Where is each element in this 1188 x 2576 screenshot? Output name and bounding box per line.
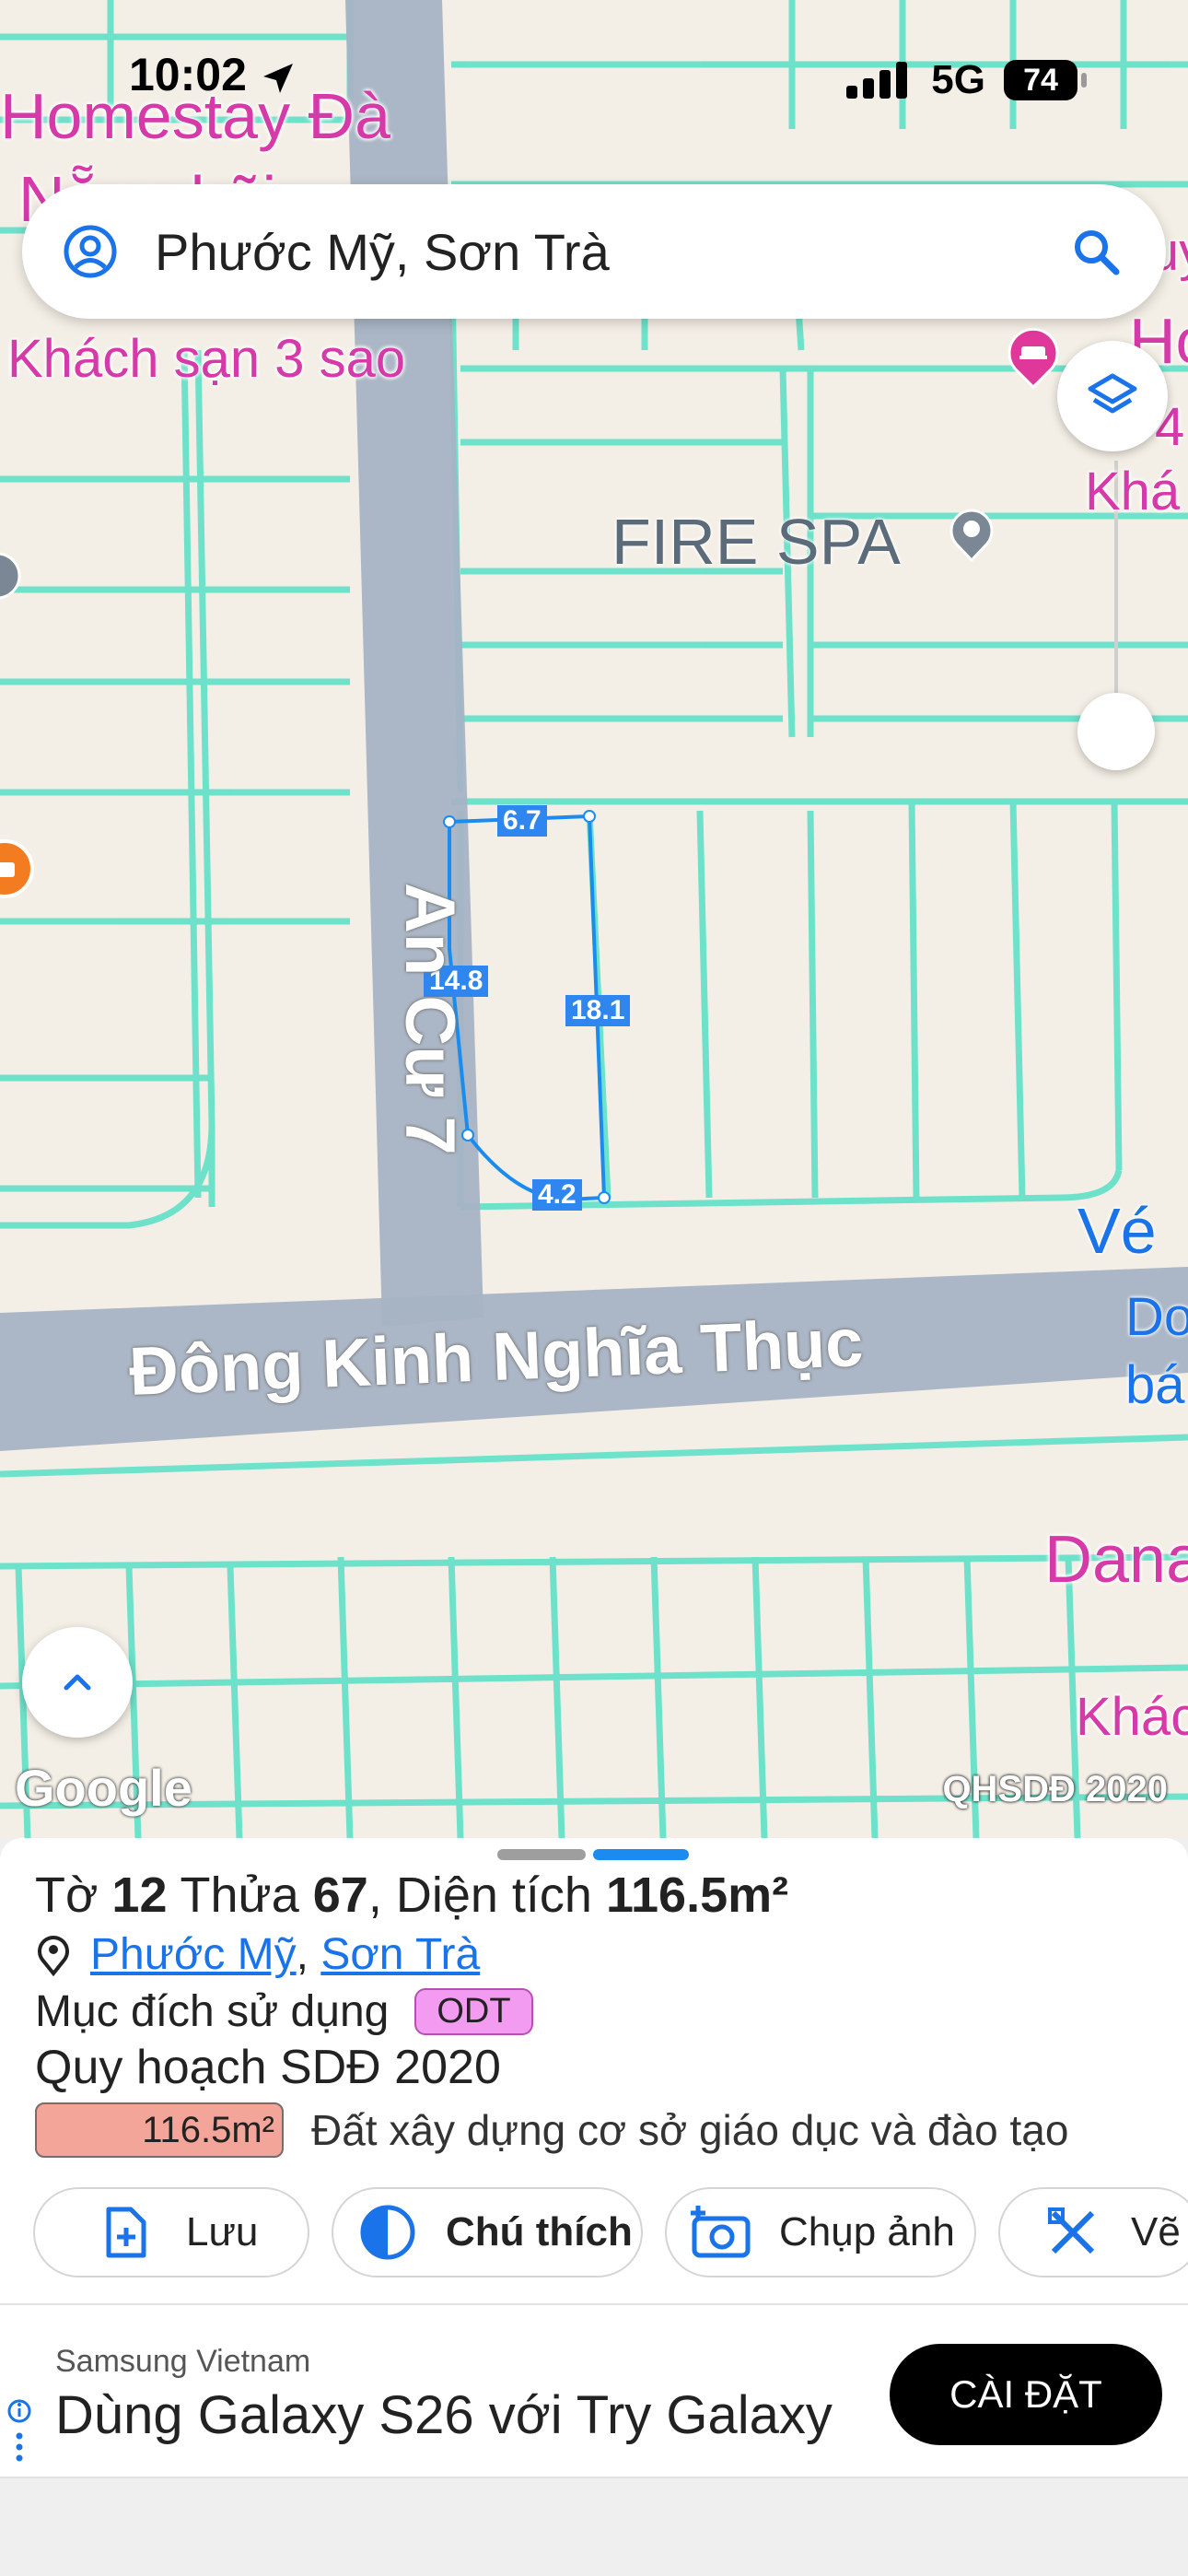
ad-info-icon[interactable]: [7, 2399, 31, 2473]
battery-icon: 74: [1004, 60, 1087, 100]
land-purpose-row: Mục đích sử dụng ODT: [35, 1986, 533, 2037]
search-icon[interactable]: [1070, 226, 1122, 277]
sheet-handle[interactable]: [497, 1849, 586, 1860]
poi-label[interactable]: Vé: [1077, 1194, 1157, 1268]
ad-advertiser: Samsung Vietnam: [55, 2344, 311, 2379]
signal-icon: [846, 62, 908, 99]
legend-button[interactable]: Chú thích: [332, 2187, 643, 2277]
district-link[interactable]: Sơn Trà: [320, 1929, 480, 1980]
expand-sheet-button[interactable]: [22, 1627, 133, 1738]
google-logo: Google: [15, 1759, 192, 1817]
layer-name: QHSDĐ 2020: [942, 1769, 1168, 1809]
photo-button[interactable]: Chụp ảnh: [665, 2187, 976, 2277]
parcel-edge-label: 4.2: [532, 1179, 582, 1211]
poi-label[interactable]: bá: [1125, 1354, 1185, 1416]
layers-icon: [1088, 373, 1137, 414]
place-marker-icon[interactable]: [949, 507, 995, 562]
opacity-slider-handle[interactable]: [1077, 693, 1155, 770]
network-type: 5G: [931, 57, 985, 102]
plan-row: 116.5m² Đất xây dựng cơ sở giáo dục và đ…: [35, 2102, 1068, 2158]
poi-label[interactable]: Khác: [1076, 1686, 1188, 1748]
search-bar[interactable]: Phước Mỹ, Sơn Trà: [22, 184, 1166, 319]
location-arrow-icon: [262, 63, 293, 93]
status-time: 10:02: [129, 48, 297, 101]
draw-tools-icon: [1048, 2207, 1095, 2254]
parcel-edge-label: 18.1: [565, 995, 631, 1026]
contrast-icon: [360, 2205, 415, 2260]
parcel-title: Tờ 12 Thửa 67, Diện tích 116.5m²: [35, 1868, 789, 1923]
search-input[interactable]: Phước Mỹ, Sơn Trà: [155, 222, 610, 282]
poi-label[interactable]: FIRE SPA: [611, 505, 901, 579]
ad-title[interactable]: Dùng Galaxy S26 với Try Galaxy: [55, 2384, 833, 2446]
plan-title: Quy hoạch SDĐ 2020: [35, 2041, 501, 2094]
ad-banner[interactable]: Samsung Vietnam Dùng Galaxy S26 với Try …: [0, 2303, 1188, 2478]
road-label: An Cư 7: [390, 883, 469, 1155]
layers-button[interactable]: [1057, 341, 1168, 451]
save-button[interactable]: Lưu: [33, 2187, 309, 2277]
status-bar: 10:02 5G 74: [0, 0, 1188, 157]
add-document-icon: [106, 2207, 146, 2258]
land-purpose-badge: ODT: [414, 1988, 533, 2035]
poi-label[interactable]: Dana: [1044, 1522, 1188, 1598]
ward-link[interactable]: Phước Mỹ: [90, 1929, 297, 1980]
chevron-up-icon: [64, 1674, 91, 1691]
land-purpose-label: Mục đích sử dụng: [35, 1987, 390, 2036]
plan-description: Đất xây dựng cơ sở giáo dục và đào tạo: [311, 2106, 1069, 2154]
sheet-handle-active[interactable]: [593, 1849, 689, 1860]
battery-level: 74: [1023, 62, 1058, 98]
hotel-marker-icon[interactable]: [1006, 328, 1061, 389]
draw-button[interactable]: Vẽ: [998, 2187, 1188, 2277]
install-button[interactable]: CÀI ĐẶT: [890, 2344, 1162, 2445]
location-pin-icon: [38, 1935, 69, 1976]
poi-label[interactable]: Do: [1125, 1286, 1188, 1348]
plan-area-swatch: 116.5m²: [35, 2102, 284, 2158]
place-marker-icon[interactable]: [0, 551, 22, 606]
add-camera-icon: [691, 2206, 751, 2258]
parcel-edge-label: 6.7: [497, 805, 547, 837]
status-indicators: 5G 74: [844, 57, 1087, 103]
parcel-location: Phước Mỹ, Sơn Trà: [35, 1929, 480, 1980]
profile-icon[interactable]: [63, 224, 118, 279]
cafe-marker-icon[interactable]: [0, 837, 37, 901]
poi-label[interactable]: Khách sạn 3 sao: [7, 328, 405, 390]
poi-label[interactable]: Khá: [1085, 461, 1180, 522]
